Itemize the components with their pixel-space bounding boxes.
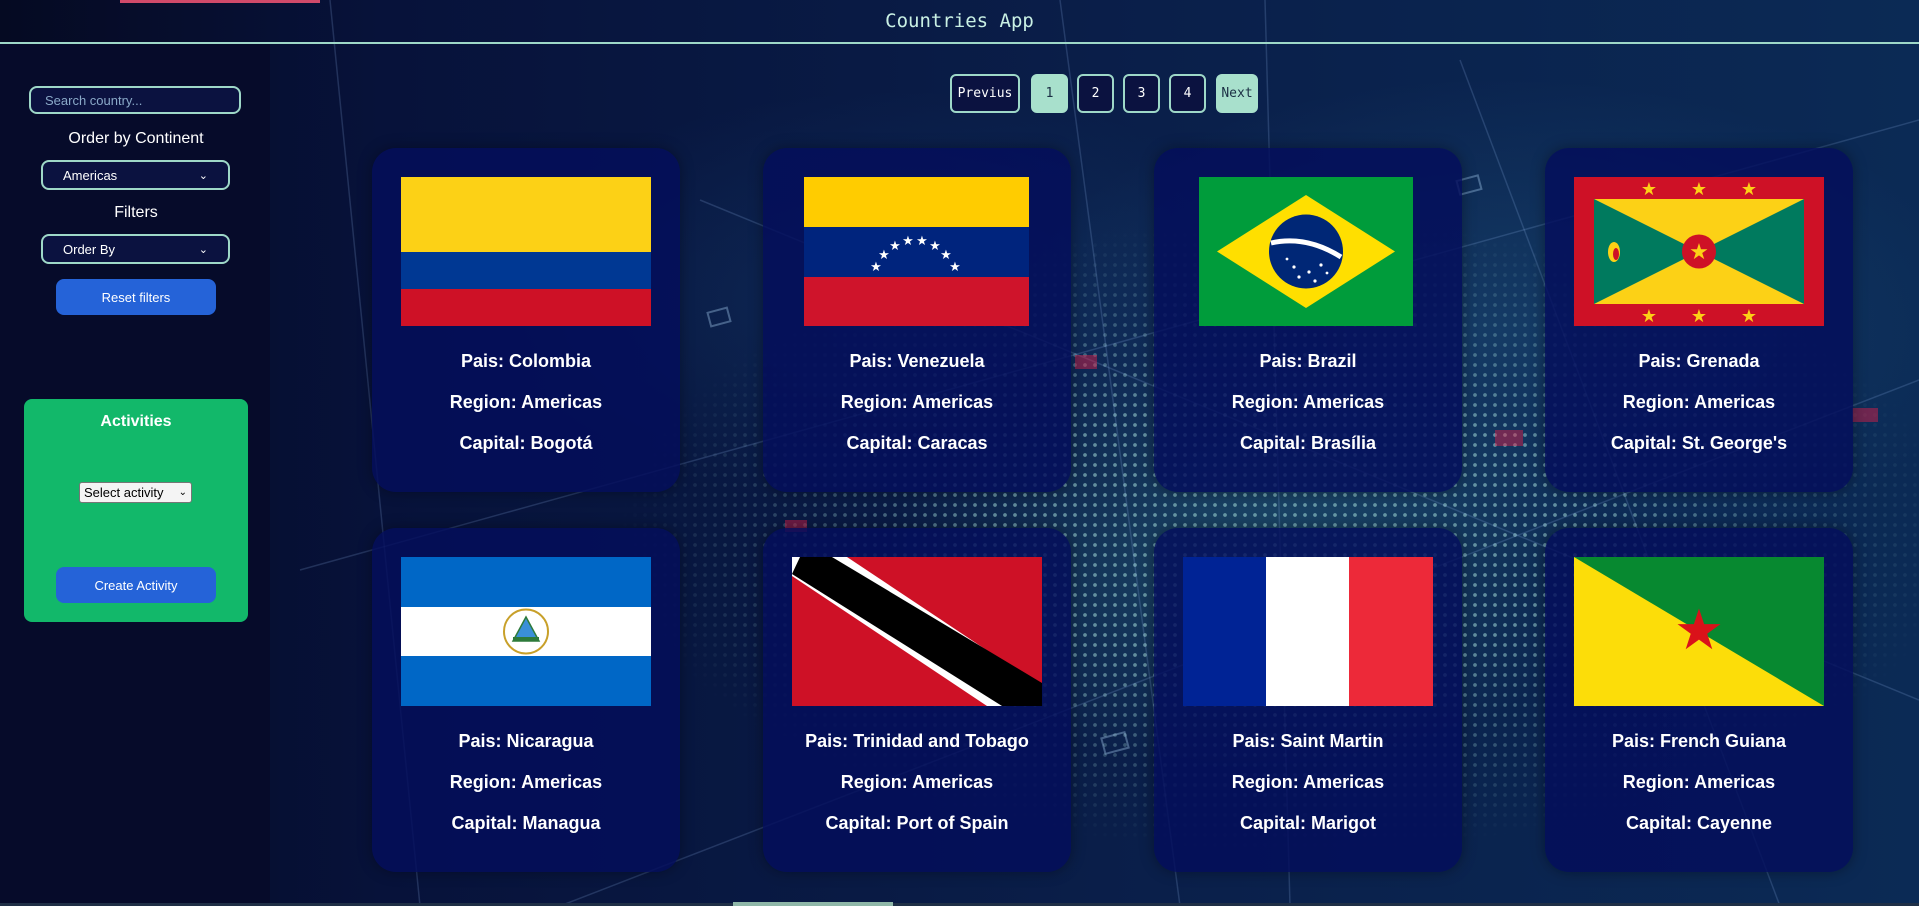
page-button-2[interactable]: 2: [1077, 74, 1114, 113]
activities-title: Activities: [100, 413, 172, 430]
country-name: Pais: Venezuela: [849, 351, 985, 371]
country-card[interactable]: Pais: Saint Martin Region: Americas Capi…: [1154, 528, 1462, 872]
country-card[interactable]: Pais: Nicaragua Region: Americas Capital…: [372, 528, 680, 872]
country-name: Pais: Brazil: [1259, 351, 1357, 371]
svg-text:★: ★: [1691, 306, 1707, 326]
country-card[interactable]: Pais: Colombia Region: Americas Capital:…: [372, 148, 680, 492]
country-capital: Capital: Managua: [451, 813, 601, 833]
page-button-4[interactable]: 4: [1169, 74, 1206, 113]
svg-text:★: ★: [1689, 240, 1709, 265]
country-name: Pais: Grenada: [1638, 351, 1760, 371]
order-by-continent-label: Order by Continent: [68, 130, 204, 147]
trinidad-and-tobago-flag-icon: [792, 557, 1042, 706]
svg-text:★: ★: [1674, 598, 1724, 663]
page-button-3[interactable]: 3: [1123, 74, 1160, 113]
country-region: Region: Americas: [1622, 392, 1776, 412]
country-card[interactable]: ★ ★ ★ ★ ★ ★ ★ ★ Pais: Venezuela Region: Ameri…: [763, 148, 1071, 492]
country-region: Region: Americas: [449, 772, 603, 792]
country-capital: Capital: Marigot: [1239, 813, 1376, 833]
grenada-flag-icon: ★ ★ ★ ★ ★ ★ ★: [1574, 177, 1824, 326]
saint-martin-flag-icon: [1183, 557, 1433, 706]
country-capital: Capital: Cayenne: [1625, 813, 1773, 833]
country-region: Region: Americas: [1622, 772, 1776, 792]
country-capital: Capital: St. George's: [1610, 433, 1788, 453]
country-capital: Capital: Port of Spain: [825, 813, 1009, 833]
create-activity-button[interactable]: Create Activity: [56, 567, 216, 603]
order-by-select[interactable]: Order By ⌄: [41, 234, 230, 264]
activities-panel: Activities Select activity ⌄ Create Acti…: [24, 399, 248, 622]
svg-text:★: ★: [1741, 179, 1757, 200]
country-name: Pais: Saint Martin: [1232, 731, 1384, 751]
continent-select-value: Americas: [63, 167, 118, 183]
svg-text:★: ★: [878, 248, 890, 263]
country-capital: Capital: Bogotá: [459, 433, 593, 453]
country-region: Region: Americas: [1231, 392, 1385, 412]
country-region: Region: Americas: [449, 392, 603, 412]
country-region: Region: Americas: [1231, 772, 1385, 792]
order-by-select-value: Order By: [63, 241, 116, 257]
brazil-flag-icon: [1199, 177, 1413, 326]
next-button[interactable]: Next: [1216, 74, 1258, 113]
venezuela-flag-icon: ★★★ ★ ★ ★ ★★: [804, 177, 1029, 326]
country-region: Region: Americas: [840, 392, 994, 412]
colombia-flag-icon: [401, 177, 651, 326]
svg-text:★: ★: [1641, 306, 1657, 326]
country-card[interactable]: Pais: Brazil Region: Americas Capital: B…: [1154, 148, 1462, 492]
country-card[interactable]: ★ Pais: French Guiana Region: Americas C…: [1545, 528, 1853, 872]
svg-text:★: ★: [1741, 306, 1757, 326]
continent-select[interactable]: Americas ⌄: [41, 160, 230, 190]
app-title: Countries App: [885, 10, 1034, 32]
country-card[interactable]: ★ ★ ★ ★ ★ ★ ★ Pais: Grenada Region: Americas…: [1545, 148, 1853, 492]
reset-filters-button[interactable]: Reset filters: [56, 279, 216, 315]
country-name: Pais: French Guiana: [1611, 731, 1787, 751]
page-button-1[interactable]: 1: [1031, 74, 1068, 113]
search-input[interactable]: [29, 86, 241, 114]
filters-label: Filters: [114, 204, 158, 221]
country-name: Pais: Colombia: [460, 351, 592, 371]
country-card[interactable]: Pais: Trinidad and Tobago Region: Americ…: [763, 528, 1071, 872]
chevron-down-icon: ⌄: [198, 169, 208, 182]
nicaragua-flag-icon: [401, 557, 651, 706]
chevron-down-icon: ⌄: [178, 487, 187, 498]
svg-text:★: ★: [1641, 179, 1657, 200]
activity-select[interactable]: Select activity ⌄: [79, 482, 192, 503]
svg-text:★: ★: [1691, 179, 1707, 200]
country-name: Pais: Trinidad and Tobago: [805, 731, 1029, 751]
country-capital: Capital: Brasília: [1239, 433, 1377, 453]
svg-text:★: ★: [929, 239, 941, 254]
app-header: Countries App: [0, 0, 1919, 44]
french-guiana-flag-icon: ★: [1574, 557, 1824, 706]
country-name: Pais: Nicaragua: [458, 731, 594, 751]
activity-select-value: Select activity: [84, 485, 164, 500]
svg-text:★: ★: [916, 234, 928, 249]
svg-text:★: ★: [902, 234, 914, 249]
country-region: Region: Americas: [840, 772, 994, 792]
svg-text:★: ★: [949, 260, 961, 275]
previous-button[interactable]: Previus: [950, 74, 1020, 113]
svg-text:★: ★: [889, 239, 901, 254]
country-capital: Capital: Caracas: [846, 433, 988, 453]
chevron-down-icon: ⌄: [198, 243, 208, 256]
horizontal-scrollbar-thumb[interactable]: [733, 902, 893, 906]
